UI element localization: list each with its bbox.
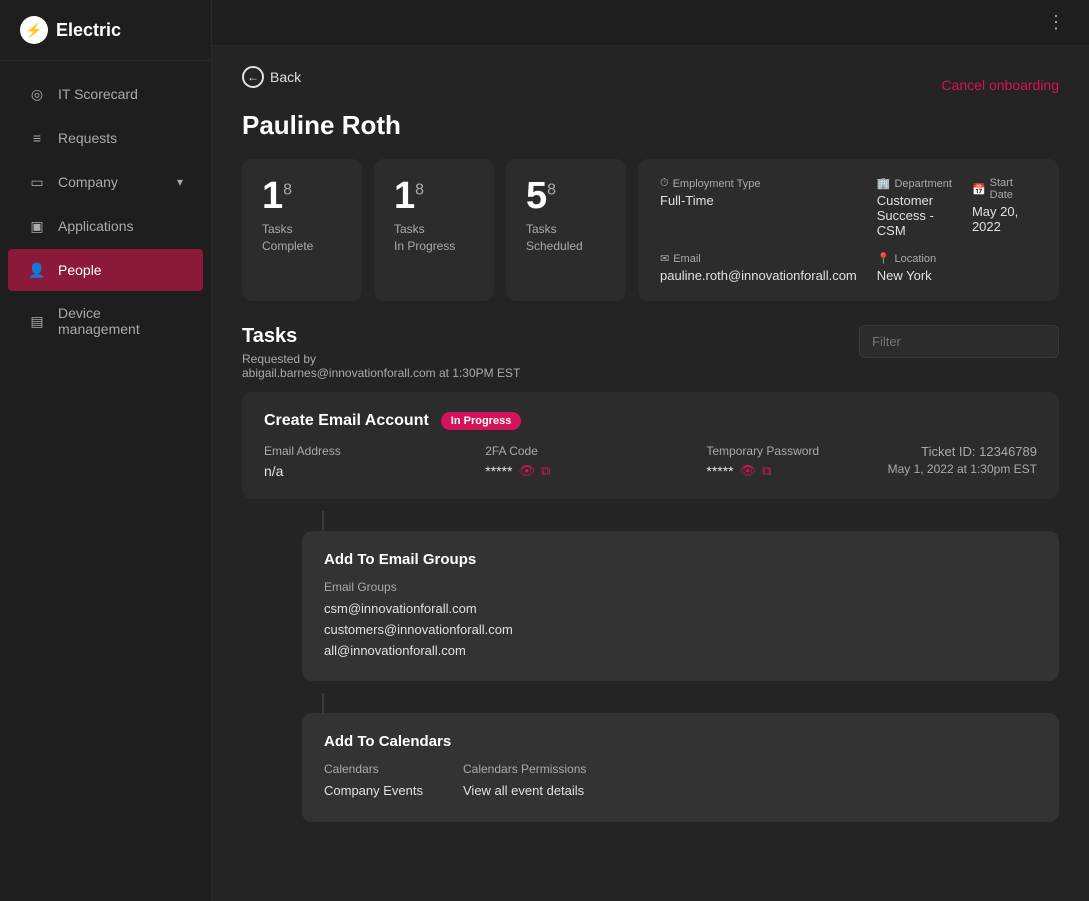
reveal-icon[interactable]: 👁	[518, 463, 535, 479]
stat-label: Tasks Complete	[262, 221, 342, 255]
page-content: ← Back Cancel onboarding Pauline Roth 18…	[212, 46, 1089, 854]
email-groups-values: csm@innovationforall.com customers@innov…	[324, 599, 513, 661]
copy-icon[interactable]: ⧉	[762, 463, 771, 479]
sub-fields: Calendars Company Events Calendars Permi…	[324, 762, 1037, 802]
sidebar-item-it-scorecard[interactable]: ◎ IT Scorecard	[8, 73, 203, 115]
applications-icon: ▣	[28, 217, 46, 235]
calendars-permissions-field: Calendars Permissions View all event det…	[463, 762, 586, 802]
stat-label: Tasks Scheduled	[526, 221, 606, 255]
logo-icon: ⚡	[20, 16, 48, 44]
top-actions: ← Back Cancel onboarding	[242, 66, 1059, 104]
calendar-icon: 📅	[972, 183, 986, 196]
ticket-id: Ticket ID: 12346789	[888, 444, 1037, 459]
sub-card-title: Add To Email Groups	[324, 551, 1037, 568]
sidebar-item-company[interactable]: ▭ Company ▾	[8, 161, 203, 203]
employment-type-value: Full-Time	[660, 193, 857, 208]
sidebar: ⚡ Electric ◎ IT Scorecard ≡ Requests ▭ C…	[0, 0, 212, 901]
stat-tasks-inprogress: 18 Tasks In Progress	[374, 159, 494, 301]
filter-input[interactable]	[859, 325, 1059, 358]
sub-fields: Email Groups csm@innovationforall.com cu…	[324, 580, 1037, 661]
department-field: 🏢 Department Customer Success - CSM	[877, 177, 952, 238]
sub-card-title: Add To Calendars	[324, 733, 1037, 750]
back-button[interactable]: ← Back	[242, 66, 301, 88]
email-icon: ✉	[660, 252, 669, 265]
logo: ⚡ Electric	[0, 0, 211, 61]
sidebar-navigation: ◎ IT Scorecard ≡ Requests ▭ Company ▾ ▣ …	[0, 61, 211, 361]
sidebar-item-label: Company	[58, 174, 118, 190]
stat-tasks-scheduled: 58 Tasks Scheduled	[506, 159, 626, 301]
task-card-create-email: Create Email Account In Progress Email A…	[242, 392, 1059, 499]
requests-icon: ≡	[28, 129, 46, 147]
company-icon: ▭	[28, 173, 46, 191]
requested-by: Requested by abigail.barnes@innovationfo…	[242, 352, 520, 380]
stat-label: Tasks In Progress	[394, 221, 474, 255]
tasks-title-group: Tasks Requested by abigail.barnes@innova…	[242, 325, 520, 380]
main-content: ⋮ ← Back Cancel onboarding Pauline Roth …	[212, 0, 1089, 901]
email-value: pauline.roth@innovationforall.com	[660, 268, 857, 283]
ticket-info: Ticket ID: 12346789 May 1, 2022 at 1:30p…	[888, 444, 1037, 476]
stat-tasks-complete: 18 Tasks Complete	[242, 159, 362, 301]
start-date-field: 📅 Start Date May 20, 2022	[972, 177, 1037, 238]
temp-password-field: Temporary Password ***** 👁 ⧉	[706, 444, 887, 479]
more-options-icon[interactable]: ⋮	[1047, 12, 1065, 33]
status-badge: In Progress	[441, 412, 522, 430]
location-icon: 📍	[877, 252, 891, 265]
person-name: Pauline Roth	[242, 110, 1059, 141]
stat-number: 18	[394, 177, 474, 215]
sidebar-item-label: Applications	[58, 218, 134, 234]
sidebar-item-label: People	[58, 262, 102, 278]
sub-card-email-groups: Add To Email Groups Email Groups csm@inn…	[302, 531, 1059, 681]
device-icon: ▤	[28, 312, 46, 330]
calendars-permissions-value: View all event details	[463, 781, 586, 802]
location-value: New York	[877, 268, 952, 283]
start-date-value: May 20, 2022	[972, 204, 1037, 234]
task-fields: Email Address n/a 2FA Code ***** 👁 ⧉ Tem…	[264, 444, 888, 479]
email-address-value: n/a	[264, 463, 445, 479]
stat-number: 58	[526, 177, 606, 215]
top-bar: ⋮	[212, 0, 1089, 46]
email-groups-field: Email Groups csm@innovationforall.com cu…	[324, 580, 513, 661]
calendars-field: Calendars Company Events	[324, 762, 423, 802]
people-icon: 👤	[28, 261, 46, 279]
employment-type-field: ⏱ Employment Type Full-Time	[660, 177, 857, 238]
copy-icon[interactable]: ⧉	[541, 463, 550, 479]
sidebar-item-requests[interactable]: ≡ Requests	[8, 117, 203, 159]
temp-password-value: ***** 👁 ⧉	[706, 463, 887, 479]
task-title: Create Email Account	[264, 412, 429, 430]
scorecard-icon: ◎	[28, 85, 46, 103]
back-circle-icon: ←	[242, 66, 264, 88]
cancel-onboarding-button[interactable]: Cancel onboarding	[941, 77, 1059, 93]
stat-number: 18	[262, 177, 342, 215]
person-info-card: ⏱ Employment Type Full-Time 🏢 Department…	[638, 159, 1059, 301]
task-card-header: Create Email Account In Progress	[264, 412, 1037, 430]
department-value: Customer Success - CSM	[877, 193, 952, 238]
sidebar-item-label: Requests	[58, 130, 117, 146]
stats-row: 18 Tasks Complete 18 Tasks In Progress 5	[242, 159, 1059, 301]
calendars-value: Company Events	[324, 781, 423, 802]
email-address-field: Email Address n/a	[264, 444, 445, 479]
task-connector	[322, 511, 324, 531]
sidebar-item-people[interactable]: 👤 People	[8, 249, 203, 291]
tasks-header: Tasks Requested by abigail.barnes@innova…	[242, 325, 1059, 380]
sub-card-calendars: Add To Calendars Calendars Company Event…	[302, 713, 1059, 822]
logo-text: Electric	[56, 20, 121, 41]
clock-icon: ⏱	[660, 177, 669, 190]
email-field: ✉ Email pauline.roth@innovationforall.co…	[660, 252, 857, 283]
chevron-down-icon: ▾	[177, 175, 183, 189]
reveal-icon[interactable]: 👁	[740, 463, 757, 479]
tasks-title: Tasks	[242, 325, 520, 348]
sidebar-item-device-management[interactable]: ▤ Device management	[8, 293, 203, 349]
sidebar-item-label: IT Scorecard	[58, 86, 138, 102]
2fa-code-field: 2FA Code ***** 👁 ⧉	[485, 444, 666, 479]
sidebar-item-applications[interactable]: ▣ Applications	[8, 205, 203, 247]
ticket-date: May 1, 2022 at 1:30pm EST	[888, 462, 1037, 476]
2fa-value: ***** 👁 ⧉	[485, 463, 666, 479]
department-icon: 🏢	[877, 177, 891, 190]
back-label: Back	[270, 69, 301, 85]
location-field: 📍 Location New York	[877, 252, 952, 283]
task-connector	[322, 693, 324, 713]
sidebar-item-label: Device management	[58, 305, 183, 337]
